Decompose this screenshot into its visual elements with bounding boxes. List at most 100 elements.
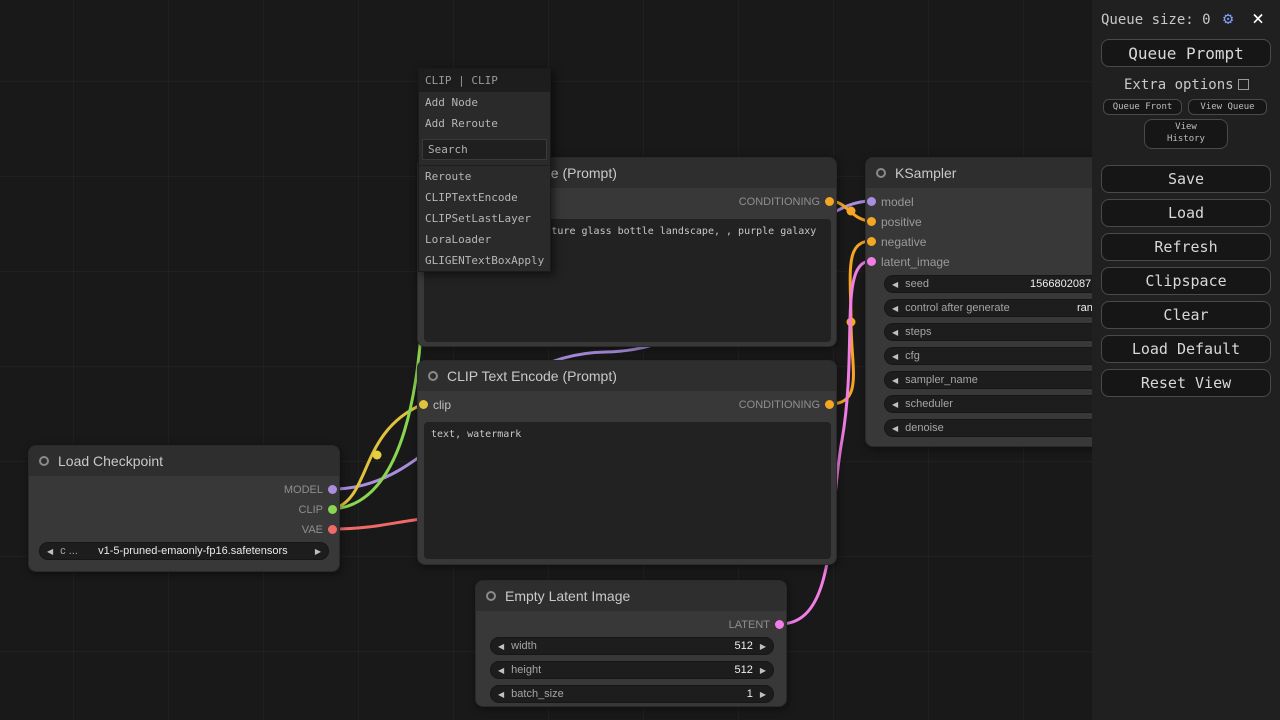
model-input-slot[interactable] [867,197,876,206]
close-icon[interactable]: × [1252,6,1264,30]
stepper-left-arrow-icon[interactable]: ◀ [885,400,905,409]
stepper-left-arrow-icon[interactable]: ◀ [491,642,511,651]
wire-clip-midpoint-dot [373,451,382,460]
batch-size-widget[interactable]: ◀ batch_size 1 ▶ [490,685,774,703]
comfyui-canvas[interactable]: { "sidebar": { "queue_size_label": "Queu… [0,0,1280,720]
widget-label: height [511,664,541,676]
wire-clip-drag [333,252,424,509]
node-load-checkpoint[interactable]: Load Checkpoint MODEL CLIP VAE ◀ c ... v… [28,445,340,572]
combo-prev-arrow-icon[interactable]: ◀ [40,547,60,556]
widget-label: batch_size [511,688,564,700]
positive-input-slot[interactable] [867,217,876,226]
positive-input-label: positive [881,215,922,229]
stepper-left-arrow-icon[interactable]: ◀ [885,328,905,337]
stepper-left-arrow-icon[interactable]: ◀ [491,666,511,675]
menu-item-add-node[interactable]: Add Node [419,92,550,113]
conditioning-output-slot[interactable] [825,197,834,206]
queue-prompt-button[interactable]: Queue Prompt [1101,39,1271,67]
wire-vae [333,518,430,529]
node-title-bar[interactable]: Empty Latent Image [476,581,786,611]
load-button[interactable]: Load [1101,199,1271,227]
widget-label: width [511,640,537,652]
width-widget[interactable]: ◀ width 512 ▶ [490,637,774,655]
stepper-right-arrow-icon[interactable]: ▶ [753,690,773,699]
stepper-right-arrow-icon[interactable]: ▶ [753,642,773,651]
stepper-left-arrow-icon[interactable]: ◀ [885,280,905,289]
conditioning-output-label: CONDITIONING [739,196,820,208]
widget-label: scheduler [905,398,953,410]
latent-image-input-slot[interactable] [867,257,876,266]
view-queue-button[interactable]: View Queue [1188,99,1267,115]
widget-value: 512 [734,664,752,676]
latent-image-input-label: latent_image [881,255,950,269]
widget-label: cfg [905,350,920,362]
menu-item-clipsetlastlayer[interactable]: CLIPSetLastLayer [419,208,550,229]
model-output-label: MODEL [284,484,323,496]
widget-label: steps [905,326,931,338]
node-title: KSampler [895,165,956,181]
collapse-dot-icon[interactable] [876,168,886,178]
settings-gear-icon[interactable]: ⚙ [1223,9,1233,29]
wire-positive-midpoint-dot [847,207,856,216]
widget-label: denoise [905,422,944,434]
ckpt-widget-value: v1-5-pruned-emaonly-fp16.safetensors [78,545,308,557]
save-button[interactable]: Save [1101,165,1271,193]
model-output-slot[interactable] [328,485,337,494]
stepper-left-arrow-icon[interactable]: ◀ [885,304,905,313]
node-title: Load Checkpoint [58,453,163,469]
combo-next-arrow-icon[interactable]: ▶ [308,547,328,556]
vae-output-label: VAE [302,524,323,536]
stepper-left-arrow-icon[interactable]: ◀ [885,424,905,433]
height-widget[interactable]: ◀ height 512 ▶ [490,661,774,679]
vae-output-slot[interactable] [328,525,337,534]
reset-view-button[interactable]: Reset View [1101,369,1271,397]
widget-value: 1566802087 [1030,278,1091,290]
load-default-button[interactable]: Load Default [1101,335,1271,363]
node-title: CLIP Text Encode (Prompt) [447,368,617,384]
menu-item-cliptextencode[interactable]: CLIPTextEncode [419,187,550,208]
negative-input-slot[interactable] [867,237,876,246]
menu-item-reroute[interactable]: Reroute [419,166,550,187]
extra-options-checkbox[interactable] [1238,79,1249,90]
menu-item-loraloader[interactable]: LoraLoader [419,229,550,250]
stepper-left-arrow-icon[interactable]: ◀ [491,690,511,699]
context-menu: CLIP | CLIP Add Node Add Reroute Search … [418,68,551,272]
collapse-dot-icon[interactable] [428,371,438,381]
widget-label: sampler_name [905,374,978,386]
ckpt-widget-label: c ... [60,545,78,557]
node-title: Empty Latent Image [505,588,630,604]
conditioning-output-slot[interactable] [825,400,834,409]
stepper-right-arrow-icon[interactable]: ▶ [753,666,773,675]
queue-size-label: Queue size: 0 [1101,12,1211,28]
clip-output-label: CLIP [299,504,323,516]
node-clip-text-encode-negative[interactable]: CLIP Text Encode (Prompt) clip CONDITION… [417,360,837,565]
stepper-left-arrow-icon[interactable]: ◀ [885,376,905,385]
conditioning-output-label: CONDITIONING [739,399,820,411]
clip-input-label: clip [433,398,451,412]
clip-input-slot[interactable] [419,400,428,409]
menu-item-gligentextboxapply[interactable]: GLIGENTextBoxApply [419,250,550,271]
prompt-textarea[interactable]: text, watermark [424,422,831,559]
widget-label: seed [905,278,929,290]
queue-front-button[interactable]: Queue Front [1103,99,1182,115]
view-history-button[interactable]: View History [1144,119,1228,149]
node-title-bar[interactable]: Load Checkpoint [29,446,339,476]
stepper-left-arrow-icon[interactable]: ◀ [885,352,905,361]
negative-input-label: negative [881,235,926,249]
extra-options-label: Extra options [1124,77,1234,93]
widget-value: 512 [734,640,752,652]
clip-output-slot[interactable] [328,505,337,514]
collapse-dot-icon[interactable] [39,456,49,466]
node-empty-latent-image[interactable]: Empty Latent Image LATENT ◀ width 512 ▶ … [475,580,787,707]
menu-search-input[interactable]: Search [422,139,547,160]
model-input-label: model [881,195,914,209]
menu-item-add-reroute[interactable]: Add Reroute [419,113,550,134]
clipspace-button[interactable]: Clipspace [1101,267,1271,295]
clear-button[interactable]: Clear [1101,301,1271,329]
ckpt-name-combo-widget[interactable]: ◀ c ... v1-5-pruned-emaonly-fp16.safeten… [39,542,329,560]
refresh-button[interactable]: Refresh [1101,233,1271,261]
node-title-bar[interactable]: CLIP Text Encode (Prompt) [418,361,836,391]
latent-output-slot[interactable] [775,620,784,629]
collapse-dot-icon[interactable] [486,591,496,601]
widget-label: control after generate [905,302,1010,314]
